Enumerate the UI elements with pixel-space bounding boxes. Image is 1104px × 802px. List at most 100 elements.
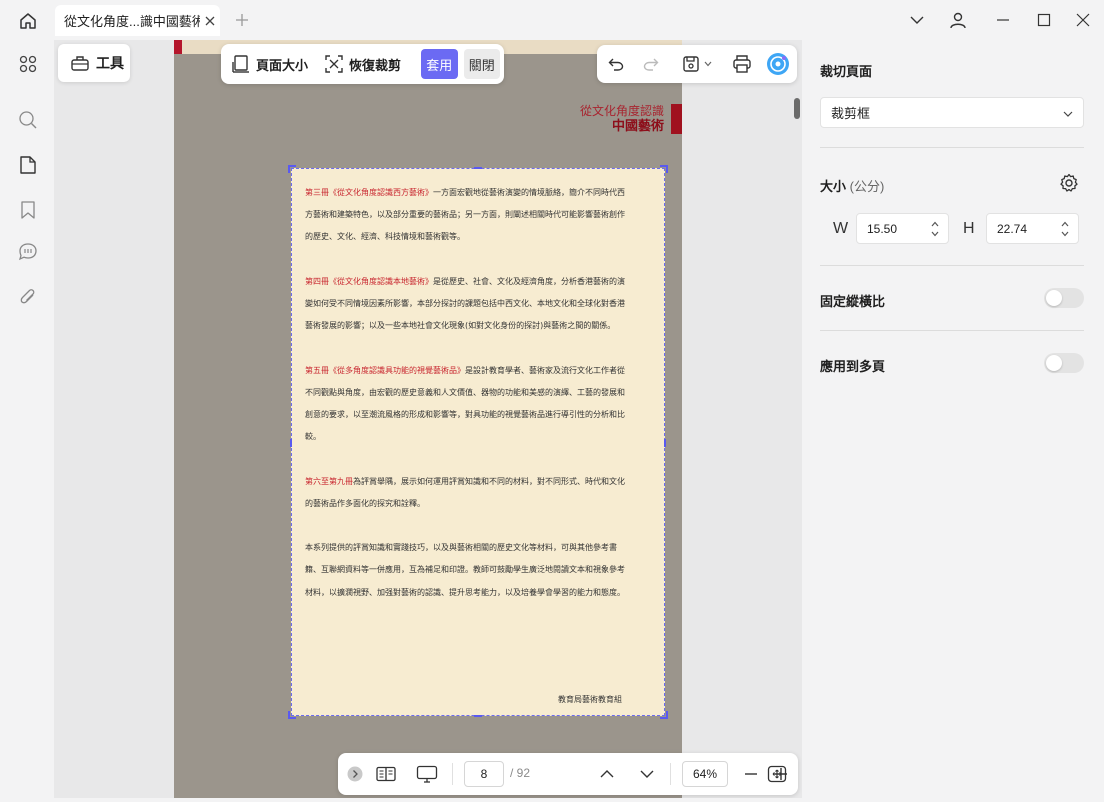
crop-handle-bottom[interactable] — [474, 715, 482, 717]
crop-box[interactable]: 第三冊《從文化角度認識西方藝術》一方面宏觀地從藝術演變的情境脈絡，簡介不同時代西… — [288, 165, 668, 719]
document-tab[interactable]: 從文化角度...識中國藝術 — [55, 5, 220, 36]
presentation-icon[interactable] — [414, 762, 440, 786]
vertical-scrollbar[interactable] — [794, 98, 800, 119]
tools-button[interactable]: 工具 — [58, 44, 130, 82]
divider — [820, 330, 1084, 331]
account-icon[interactable] — [945, 8, 971, 32]
comment-icon[interactable] — [13, 237, 43, 267]
page-size-button[interactable]: 頁面大小 — [231, 54, 308, 74]
page-header-line1: 從文化角度認識 — [579, 104, 664, 118]
attachment-icon[interactable] — [13, 282, 43, 312]
paragraph-text: 為評賞舉隅，展示如何運用評賞知識和不同的材料，對不同形式、時代和文化的藝術品作多… — [305, 476, 625, 508]
width-value: 15.50 — [867, 221, 898, 236]
close-button[interactable]: 關閉 — [463, 49, 500, 79]
paragraph-red-title: 第六至第九冊 — [305, 476, 353, 486]
paragraph: 第五冊《從多角度認識具功能的視覺藝術品》是設計教育學者、藝術家及流行文化工作者從… — [305, 360, 625, 449]
maximize-icon[interactable] — [1031, 8, 1057, 32]
width-stepper[interactable] — [927, 217, 943, 241]
crop-settings-panel: 裁切頁面 裁剪框 大小 (公分) W 15.50 H 22.74 固定縱橫比 應… — [805, 40, 1104, 802]
width-label: W — [833, 220, 849, 237]
crop-mode-select[interactable]: 裁剪框 — [820, 97, 1084, 128]
zoom-out-icon[interactable] — [740, 762, 762, 786]
apply-multi-toggle[interactable] — [1044, 353, 1084, 373]
lock-ratio-label: 固定縱橫比 — [820, 294, 886, 309]
height-label: H — [963, 220, 975, 237]
apply-button[interactable]: 套用 — [421, 49, 458, 79]
grid-icon[interactable] — [13, 49, 43, 79]
lock-ratio-toggle[interactable] — [1044, 288, 1084, 308]
toggle-knob — [1046, 290, 1062, 306]
crop-handle-top-left[interactable] — [288, 165, 296, 173]
divider — [670, 763, 671, 785]
toggle-knob — [1046, 355, 1062, 371]
apply-multi-label: 應用到多頁 — [820, 359, 886, 374]
fit-page-icon[interactable] — [764, 763, 790, 785]
height-stepper[interactable] — [1057, 217, 1073, 241]
crop-mode-value: 裁剪框 — [831, 106, 871, 121]
restore-crop-label: 恢復裁剪 — [349, 57, 402, 73]
size-unit: (公分) — [849, 179, 885, 194]
current-page-input[interactable]: 8 — [464, 761, 504, 787]
paragraph: 本系列提供的評賞知識和實踐技巧，以及與藝術相關的歷史文化等材料，可與其他參考書籍… — [305, 537, 625, 604]
page-navigation-bar: 8 / 92 64% — [338, 753, 798, 795]
page-header-line2: 中國藝術 — [611, 119, 664, 134]
paragraph: 第六至第九冊為評賞舉隅，展示如何運用評賞知識和不同的材料，對不同形式、時代和文化… — [305, 471, 625, 515]
page-header-red-bar — [671, 104, 682, 134]
minimize-icon[interactable] — [990, 8, 1016, 32]
height-input[interactable]: 22.74 — [986, 213, 1079, 244]
crop-handle-left[interactable] — [290, 439, 292, 447]
close-tab-icon[interactable] — [200, 11, 220, 31]
size-label-text: 大小 — [820, 179, 847, 194]
crop-handle-top[interactable] — [474, 167, 482, 169]
page-body-text: 第三冊《從文化角度認識西方藝術》一方面宏觀地從藝術演變的情境脈絡，簡介不同時代西… — [305, 182, 625, 626]
home-icon[interactable] — [14, 8, 42, 34]
tools-label: 工具 — [96, 55, 124, 71]
page-icon[interactable] — [13, 150, 43, 180]
save-icon[interactable] — [679, 52, 703, 76]
undo-icon[interactable] — [604, 52, 628, 76]
size-label: 大小 (公分) — [820, 176, 884, 195]
chevron-down-icon — [1063, 105, 1073, 120]
crop-handle-top-right[interactable] — [660, 165, 668, 173]
paragraph-text: 本系列提供的評賞知識和實踐技巧，以及與藝術相關的歷史文化等材料，可與其他參考書籍… — [305, 543, 625, 597]
divider — [820, 147, 1084, 148]
document-viewport[interactable]: 從文化角度認識 中國藝術 第三冊《從文化角度認識西方藝術》一方面宏觀地從藝術演變… — [54, 40, 802, 798]
bookmark-icon[interactable] — [13, 195, 43, 225]
crop-handle-bottom-right[interactable] — [660, 711, 668, 719]
paragraph-red-title: 第五冊《從多角度認識具功能的視覺藝術品》 — [305, 365, 465, 375]
left-sidebar — [0, 40, 54, 802]
quick-toolbar — [597, 45, 797, 83]
chevron-down-icon[interactable] — [904, 8, 930, 32]
page-size-icon — [232, 55, 249, 73]
close-window-icon[interactable] — [1070, 8, 1096, 32]
page-size-label: 頁面大小 — [256, 57, 309, 73]
reading-mode-icon[interactable] — [374, 762, 398, 786]
page-signature: 教育局藝術教育組 — [558, 695, 622, 704]
gear-icon[interactable] — [1058, 172, 1080, 194]
paragraph: 第四冊《從文化角度認識本地藝術》是從歷史、社會、文化及經濟角度，分析香港藝術的演… — [305, 271, 625, 338]
next-page-icon[interactable] — [636, 762, 658, 786]
restore-crop-button[interactable]: 恢復裁剪 — [324, 54, 401, 74]
crop-handle-bottom-left[interactable] — [288, 711, 296, 719]
paragraph-red-title: 第四冊《從文化角度認識本地藝術》 — [305, 276, 433, 286]
save-options-chevron-icon[interactable] — [701, 52, 715, 76]
print-icon[interactable] — [730, 52, 754, 76]
zoom-level[interactable]: 64% — [682, 761, 728, 787]
paragraph: 第三冊《從文化角度認識西方藝術》一方面宏觀地從藝術演變的情境脈絡，簡介不同時代西… — [305, 182, 625, 249]
new-tab-icon[interactable] — [232, 10, 252, 30]
total-pages: / 92 — [510, 766, 531, 780]
redo-icon[interactable] — [639, 52, 663, 76]
search-icon[interactable] — [13, 105, 43, 135]
previous-page-icon[interactable] — [596, 762, 618, 786]
ai-assistant-icon[interactable] — [766, 52, 790, 76]
crop-handle-right[interactable] — [664, 439, 666, 447]
page-header: 從文化角度認識 中國藝術 — [580, 104, 664, 134]
divider — [452, 763, 453, 785]
tab-title: 從文化角度...識中國藝術 — [64, 14, 200, 29]
crop-toolbar: 頁面大小 恢復裁剪 套用 關閉 — [221, 44, 504, 84]
expand-chevron-icon[interactable] — [346, 762, 364, 786]
height-value: 22.74 — [997, 221, 1028, 236]
divider — [820, 265, 1084, 266]
paragraph-red-title: 第三冊《從文化角度認識西方藝術》 — [305, 188, 433, 197]
width-input[interactable]: 15.50 — [856, 213, 949, 244]
